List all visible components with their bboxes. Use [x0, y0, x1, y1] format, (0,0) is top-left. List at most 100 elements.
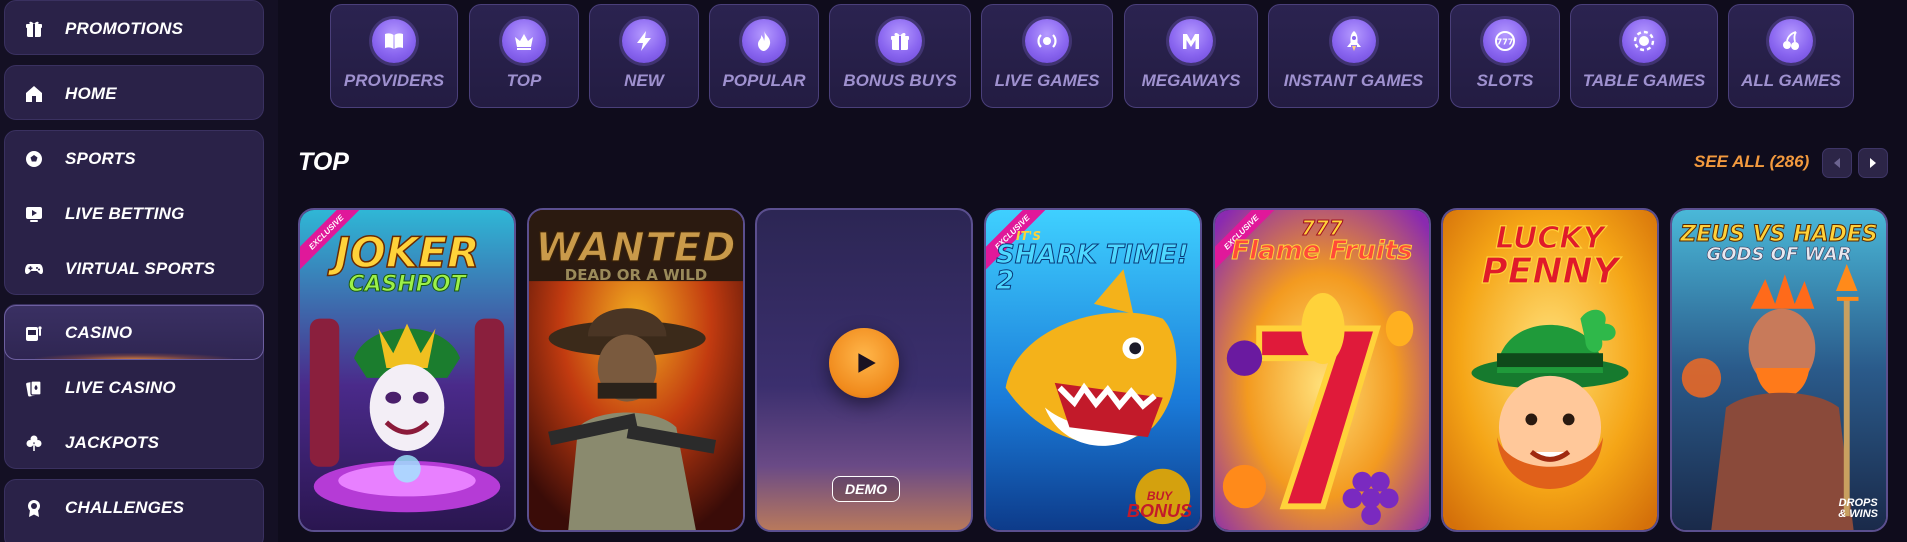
game-card-flame-fruits[interactable]: EXCLUSIVE 777 Flame Fruits — [1213, 208, 1431, 532]
game-title-line: GODS OF WAR — [1706, 244, 1852, 265]
category-label: PROVIDERS — [343, 71, 445, 90]
casino-machine-icon — [23, 322, 45, 344]
category-slots[interactable]: 777 SLOTS — [1450, 4, 1560, 108]
home-icon — [23, 83, 45, 105]
sidebar-item-label: CHALLENGES — [65, 497, 185, 517]
chip-icon — [1622, 19, 1666, 63]
game-title: JOKER CASHPOT — [300, 228, 514, 297]
category-popular[interactable]: POPULAR — [709, 4, 819, 108]
sidebar-item-label: SPORTS — [65, 148, 136, 168]
badge-line: & WINS — [1838, 508, 1878, 520]
sidebar-item-label: LIVE BETTING — [65, 203, 185, 223]
fire-icon — [742, 19, 786, 63]
category-table-games[interactable]: TABLE GAMES — [1570, 4, 1718, 108]
sidebar-item-sports[interactable]: SPORTS — [5, 131, 263, 186]
game-title: LUCKY PENNY — [1443, 221, 1657, 292]
gamepad-icon — [23, 258, 45, 280]
game-card-wanted[interactable]: WANTED DEAD OR A WILD — [527, 208, 745, 532]
category-all-games[interactable]: ALL GAMES — [1728, 4, 1854, 108]
cards-icon — [23, 377, 45, 399]
crown-icon — [502, 19, 546, 63]
category-bonus-buys[interactable]: BONUS BUYS — [829, 4, 971, 108]
sidebar-group-promotions: PROMOTIONS — [4, 0, 264, 55]
sidebar-item-jackpots[interactable]: JACKPOTS — [5, 415, 263, 470]
category-label: ALL GAMES — [1741, 71, 1841, 90]
drops-wins-badge: DROPS & WINS — [1838, 498, 1878, 520]
game-title: 777 Flame Fruits — [1215, 216, 1429, 266]
medal-icon — [23, 497, 45, 519]
category-label: TABLE GAMES — [1582, 71, 1706, 90]
gift-icon — [23, 18, 45, 40]
live-icon — [1025, 19, 1069, 63]
category-live-games[interactable]: LIVE GAMES — [981, 4, 1113, 108]
live-betting-icon — [23, 203, 45, 225]
category-instant-games[interactable]: INSTANT GAMES — [1268, 4, 1439, 108]
category-label: LIVE GAMES — [994, 71, 1100, 90]
category-label: MEGAWAYS — [1141, 71, 1241, 90]
game-title: WANTED DEAD OR A WILD — [529, 225, 743, 283]
sidebar-item-live-betting[interactable]: LIVE BETTING — [5, 186, 263, 241]
see-all-link[interactable]: SEE ALL (286) — [1694, 152, 1809, 172]
category-label: SLOTS — [1476, 71, 1534, 90]
category-providers[interactable]: PROVIDERS — [330, 4, 458, 108]
megaways-icon — [1169, 19, 1213, 63]
sidebar-item-virtual-sports[interactable]: VIRTUAL SPORTS — [5, 241, 263, 296]
demo-button[interactable]: DEMO — [832, 476, 900, 502]
category-top[interactable]: TOP — [469, 4, 579, 108]
game-card-zeus-vs-hades[interactable]: ZEUS VS HADES GODS OF WAR DROPS & WINS — [1670, 208, 1888, 532]
sidebar-group-home: HOME — [4, 65, 264, 120]
play-icon — [858, 353, 876, 373]
category-label: NEW — [624, 71, 664, 90]
game-title: IT'S SHARK TIME! 2 — [986, 230, 1200, 296]
clover-icon — [23, 432, 45, 454]
category-label: TOP — [506, 71, 542, 90]
scroll-left-button[interactable] — [1822, 148, 1852, 178]
chevron-right-icon — [1870, 158, 1876, 168]
sidebar-item-casino[interactable]: CASINO — [4, 305, 264, 360]
game-title-line: CASHPOT — [348, 272, 466, 297]
sidebar-item-label: VIRTUAL SPORTS — [65, 258, 216, 278]
cherry-icon — [1769, 19, 1813, 63]
category-new[interactable]: NEW — [589, 4, 699, 108]
category-label: BONUS BUYS — [843, 71, 957, 90]
section-title: TOP — [298, 148, 349, 176]
category-label: POPULAR — [722, 71, 806, 90]
category-label: INSTANT GAMES — [1283, 71, 1424, 90]
game-title-line: Flame Fruits — [1231, 236, 1413, 266]
book-icon — [372, 19, 416, 63]
sidebar-item-label: HOME — [65, 83, 117, 103]
slots-icon: 777 — [1483, 19, 1527, 63]
lightning-icon — [622, 19, 666, 63]
sidebar-item-label: JACKPOTS — [65, 432, 160, 452]
game-card-shark-time-2[interactable]: EXCLUSIVE IT'S SHARK TIME! 2 BUY BONUS — [984, 208, 1202, 532]
game-card-lucky-penny[interactable]: LUCKY PENNY — [1441, 208, 1659, 532]
sidebar-item-challenges[interactable]: CHALLENGES — [5, 480, 263, 535]
game-title-line: JOKER — [334, 228, 480, 277]
sidebar-group-challenges: CHALLENGES — [4, 479, 264, 542]
game-title: ZEUS VS HADES GODS OF WAR — [1672, 222, 1886, 265]
sidebar-item-label: LIVE CASINO — [65, 377, 176, 397]
chevron-left-icon — [1834, 158, 1840, 168]
sidebar-item-home[interactable]: HOME — [5, 66, 263, 121]
scroll-right-button[interactable] — [1858, 148, 1888, 178]
game-card-joker-cashpot[interactable]: EXCLUSIVE JOKER CASHPOT — [298, 208, 516, 532]
game-title-line: ZEUS VS HADES — [1680, 222, 1878, 247]
game-title-line: SHARK TIME! 2 — [996, 240, 1190, 296]
sidebar-item-promotions[interactable]: PROMOTIONS — [5, 1, 263, 56]
game-title-line: WANTED — [535, 225, 737, 271]
sidebar-group-sports: SPORTS LIVE BETTING VIRTUAL SPORTS — [4, 130, 264, 295]
svg-text:777: 777 — [1497, 38, 1514, 47]
game-title-line: PENNY — [1481, 251, 1620, 292]
game-card-demo[interactable]: DEMO — [755, 208, 973, 532]
badge-line: BONUS — [1126, 501, 1192, 521]
rocket-icon — [1331, 19, 1376, 63]
sidebar-item-label: CASINO — [65, 322, 133, 342]
buy-bonus-badge: BUY BONUS — [1127, 490, 1192, 520]
game-title-line: LUCKY — [1495, 221, 1605, 256]
category-megaways[interactable]: MEGAWAYS — [1124, 4, 1258, 108]
sidebar-item-label: PROMOTIONS — [65, 18, 184, 38]
play-button[interactable] — [829, 328, 899, 398]
gift-icon — [878, 19, 922, 63]
sidebar-item-live-casino[interactable]: LIVE CASINO — [5, 360, 263, 415]
game-title-line: 777 — [1301, 216, 1344, 240]
